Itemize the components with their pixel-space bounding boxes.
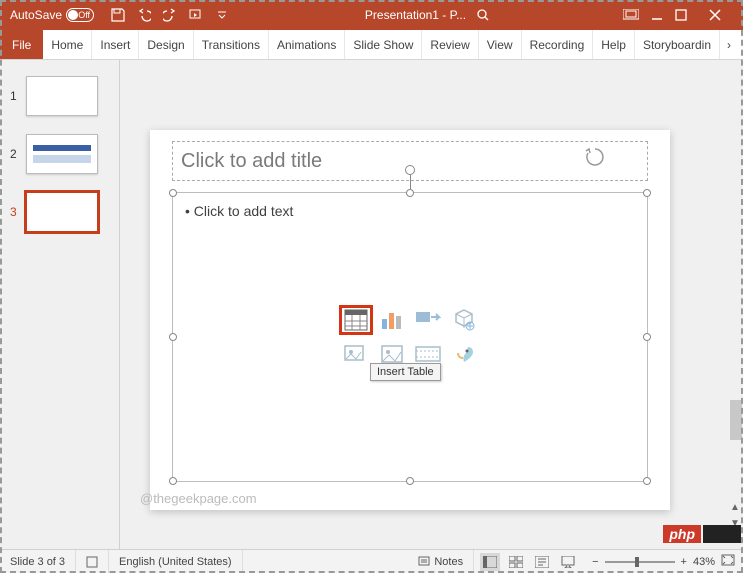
slide-counter[interactable]: Slide 3 of 3 (0, 550, 76, 573)
tab-recording[interactable]: Recording (522, 30, 594, 59)
toggle-switch[interactable]: Off (66, 8, 94, 22)
view-buttons (474, 553, 584, 571)
tab-design[interactable]: Design (139, 30, 193, 59)
insert-3d-model-icon[interactable] (447, 305, 481, 335)
zoom-percent[interactable]: 43% (693, 556, 715, 568)
close-icon[interactable] (699, 5, 731, 25)
quick-access-toolbar (100, 7, 240, 23)
php-badge: php (663, 525, 701, 543)
notes-button[interactable]: Notes (408, 550, 474, 573)
zoom-in-icon[interactable]: + (681, 556, 687, 568)
tab-storyboarding[interactable]: Storyboardin (635, 30, 720, 59)
autosave-toggle[interactable]: AutoSave Off (4, 8, 100, 22)
fit-to-window-icon[interactable] (721, 554, 735, 569)
tab-home[interactable]: Home (43, 30, 92, 59)
slide-thumbnail-panel: 1 2 3 (0, 60, 120, 549)
content-placeholder[interactable]: • Click to add text (172, 192, 648, 482)
content-text-prompt[interactable]: • Click to add text (185, 203, 293, 219)
resize-handle[interactable] (643, 333, 651, 341)
autosave-label: AutoSave (10, 8, 62, 22)
resize-handle[interactable] (643, 477, 651, 485)
resize-handle[interactable] (169, 189, 177, 197)
thumbnail-1[interactable]: 1 (0, 76, 119, 116)
watermark-text: @thegeekpage.com (140, 491, 257, 506)
tab-slide-show[interactable]: Slide Show (345, 30, 422, 59)
resize-handle[interactable] (169, 477, 177, 485)
rotate-handle[interactable] (405, 165, 415, 175)
accessibility-icon[interactable] (76, 550, 109, 573)
from-beginning-icon[interactable] (188, 7, 204, 23)
resize-handle[interactable] (406, 477, 414, 485)
thumbnail-2[interactable]: 2 (0, 134, 119, 174)
content-icon-grid (339, 305, 481, 369)
vertical-scrollbar[interactable]: ▲ ▼ (727, 120, 743, 549)
tab-review[interactable]: Review (422, 30, 478, 59)
slideshow-view-icon[interactable] (558, 553, 578, 571)
tab-help[interactable]: Help (593, 30, 635, 59)
zoom-slider[interactable] (605, 561, 675, 563)
window-title: Presentation1 - P... (240, 8, 615, 22)
tooltip: Insert Table (370, 363, 441, 381)
undo-icon[interactable] (136, 7, 152, 23)
slide-editor: Click to add title • Click to add text (120, 60, 743, 549)
zoom-out-icon[interactable]: − (592, 556, 598, 568)
tab-animations[interactable]: Animations (269, 30, 345, 59)
slide-sorter-icon[interactable] (506, 553, 526, 571)
display-options-icon[interactable] (623, 9, 639, 21)
search-icon[interactable] (476, 8, 490, 22)
language-indicator[interactable]: English (United States) (109, 550, 243, 573)
zoom-controls: − + 43% (584, 554, 743, 569)
insert-icons-icon[interactable] (447, 339, 481, 369)
insert-stock-images-icon[interactable] (339, 339, 373, 369)
rotate-arrow-icon[interactable] (584, 146, 606, 168)
scroll-up-icon[interactable]: ▲ (727, 499, 743, 515)
slide-canvas[interactable]: Click to add title • Click to add text (150, 130, 670, 510)
title-bar: AutoSave Off Presentation1 - P... (0, 0, 743, 30)
tab-view[interactable]: View (479, 30, 522, 59)
tab-file[interactable]: File (0, 30, 43, 59)
status-bar: Slide 3 of 3 English (United States) Not… (0, 549, 743, 573)
cn-badge (703, 525, 741, 543)
tab-transitions[interactable]: Transitions (194, 30, 269, 59)
resize-handle[interactable] (643, 189, 651, 197)
insert-smartart-icon[interactable] (411, 305, 445, 335)
ribbon-tabs: File Home Insert Design Transitions Anim… (0, 30, 743, 60)
save-icon[interactable] (110, 7, 126, 23)
ribbon-overflow-icon[interactable]: › (720, 30, 738, 59)
scrollbar-thumb[interactable] (730, 400, 742, 440)
resize-handle[interactable] (169, 333, 177, 341)
resize-handle[interactable] (406, 189, 414, 197)
reading-view-icon[interactable] (532, 553, 552, 571)
main-area: 1 2 3 Click to add title (0, 60, 743, 549)
maximize-icon[interactable] (675, 9, 687, 21)
normal-view-icon[interactable] (480, 553, 500, 571)
thumbnail-3[interactable]: 3 (0, 192, 119, 232)
insert-table-icon[interactable] (339, 305, 373, 335)
insert-chart-icon[interactable] (375, 305, 409, 335)
redo-icon[interactable] (162, 7, 178, 23)
qat-dropdown-icon[interactable] (214, 7, 230, 23)
window-controls (615, 5, 739, 25)
minimize-icon[interactable] (651, 9, 663, 21)
tab-insert[interactable]: Insert (92, 30, 139, 59)
